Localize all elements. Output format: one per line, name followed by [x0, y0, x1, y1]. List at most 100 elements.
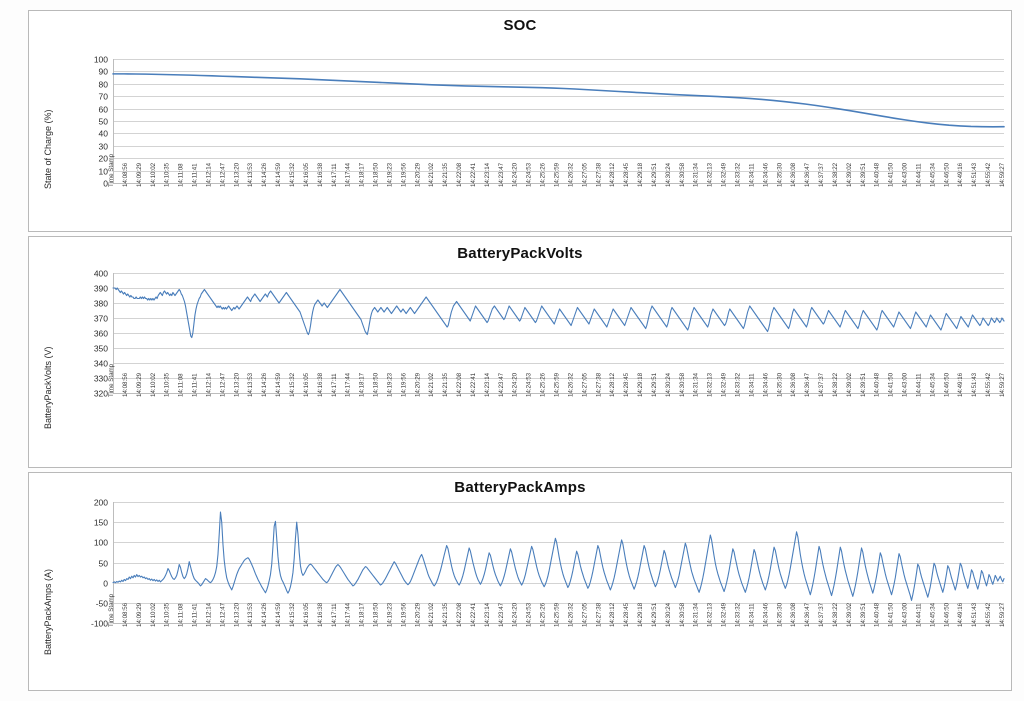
x-axis-tick-label: 14:21:35 — [442, 602, 449, 627]
x-axis-tick-label: 14:59:27 — [999, 372, 1006, 397]
x-axis-tick-label: 14:15:32 — [289, 372, 296, 397]
x-axis-tick-label: 14:14:26 — [261, 162, 268, 187]
x-axis-tick-label: 14:46:50 — [943, 372, 950, 397]
x-axis-tick-label: 14:32:49 — [721, 372, 728, 397]
x-axis-tick-label: 14:30:58 — [679, 162, 686, 187]
x-axis-tick-label: 14:21:02 — [428, 372, 435, 397]
x-axis-tick-label: 14:46:50 — [943, 162, 950, 187]
x-axis-tick-label: 14:39:51 — [860, 162, 867, 187]
x-axis-tick-label: 14:08:56 — [122, 162, 129, 187]
x-axis-tick-label: 14:26:32 — [567, 372, 574, 397]
x-axis-tick-label: 14:27:05 — [581, 372, 588, 397]
x-axis-tick-label: 14:45:34 — [929, 162, 936, 187]
x-axis-tick-label: 14:12:14 — [206, 162, 213, 187]
x-axis-tick-label: 14:32:13 — [707, 162, 714, 187]
x-axis-tick-label: 14:08:56 — [122, 372, 129, 397]
x-axis-tick-label: 14:11:08 — [178, 603, 185, 627]
x-axis-tick-label: 14:15:32 — [289, 602, 296, 627]
x-axis-tick-label: 14:37:37 — [818, 162, 825, 187]
x-axis-tick-label: 14:49:16 — [957, 602, 964, 627]
x-axis-tick-label: 14:36:47 — [804, 372, 811, 397]
x-axis-tick-label: 14:27:38 — [595, 372, 602, 397]
x-axis-tick-label: 14:26:32 — [567, 162, 574, 187]
x-axis-tick-label: 14:38:22 — [832, 372, 839, 397]
x-axis-tick-label: 14:23:47 — [498, 602, 505, 627]
x-axis-tick-label: 14:27:38 — [595, 162, 602, 187]
x-axis-tick-label: 14:16:38 — [317, 602, 324, 627]
x-axis-tick-label: 14:14:59 — [275, 162, 282, 187]
x-axis-tick-label: 14:35:30 — [776, 602, 783, 627]
x-axis-tick-label: 14:28:45 — [623, 602, 630, 627]
x-axis-tick-label: 14:17:44 — [345, 372, 352, 397]
x-axis-tick-label: 14:40:48 — [874, 372, 881, 397]
x-axis-tick-label: 14:40:48 — [874, 602, 881, 627]
x-axis-tick-label: 14:13:53 — [247, 162, 254, 187]
x-axis-tick-label: 14:26:32 — [567, 602, 574, 627]
chart-card-volts: BatteryPackVolts BatteryPackVolts (V) 32… — [28, 236, 1012, 468]
x-axis-tick-label: 14:12:47 — [219, 602, 226, 627]
x-axis-tick-label: 14:16:05 — [303, 602, 310, 627]
x-axis-tick-label: Time Stamp — [108, 363, 115, 397]
x-axis-tick-label: 14:41:50 — [888, 372, 895, 397]
x-axis-tick-label: 14:16:38 — [317, 372, 324, 397]
x-axis-tick-label: 14:30:24 — [665, 372, 672, 397]
x-axis-tick-label: 14:21:02 — [428, 162, 435, 187]
x-axis-tick-label: 14:22:08 — [456, 602, 463, 627]
x-axis-tick-label: 14:12:14 — [206, 372, 213, 397]
y-axis-tick-label: 100 — [94, 55, 108, 65]
x-axis-tick-label: 14:23:14 — [484, 602, 491, 627]
x-axis-tick-label: 14:13:20 — [233, 372, 240, 397]
y-axis-tick-label: 0 — [103, 579, 108, 589]
x-axis-tick-label: 14:36:47 — [804, 602, 811, 627]
x-axis-tick-label: 14:17:44 — [345, 162, 352, 187]
y-axis-tick-label: 10 — [99, 167, 109, 177]
y-axis-tick-label: 400 — [94, 269, 108, 279]
x-axis-tick-label: 14:35:30 — [776, 162, 783, 187]
chart-plot-volts: 320 330 340 350 360 370 380 390 400 Time Stamp 14:… — [94, 269, 1006, 399]
x-axis-tick-label: 14:18:50 — [373, 372, 380, 397]
x-axis-tick-label: 14:22:41 — [470, 602, 477, 627]
x-axis-tick-label: 14:12:47 — [219, 372, 226, 397]
x-axis-tick-label: 14:21:35 — [442, 372, 449, 397]
x-axis-tick-label: 14:09:29 — [136, 372, 143, 397]
x-axis-tick-label: 14:31:34 — [693, 162, 700, 187]
x-axis-tick-label: 14:16:05 — [303, 162, 310, 187]
x-axis-tick-label: 14:25:59 — [554, 162, 561, 187]
x-axis-tick-label: 14:11:41 — [192, 603, 199, 627]
x-axis-tick-label: 14:36:08 — [790, 162, 797, 187]
chart-card-amps: BatteryPackAmps BatteryPackAmps (A) -100… — [28, 472, 1012, 691]
x-axis-tick-label: 14:27:05 — [581, 602, 588, 627]
x-axis-tick-label: 14:30:58 — [679, 372, 686, 397]
x-axis-tick-label: 14:17:11 — [331, 163, 338, 187]
x-axis-tick-label: 14:49:16 — [957, 372, 964, 397]
x-axis-tick-label: 14:13:20 — [233, 162, 240, 187]
x-axis-tick-label: 14:18:50 — [373, 602, 380, 627]
y-axis-tick-label: 80 — [99, 80, 109, 90]
x-axis-tick-label: 14:12:14 — [206, 602, 213, 627]
x-axis-tick-label: 14:29:51 — [651, 602, 658, 627]
x-axis-tick-label: 14:39:51 — [860, 602, 867, 627]
x-axis-tick-label: 14:14:26 — [261, 602, 268, 627]
y-axis-tick-label: 100 — [94, 538, 108, 548]
y-axis-tick-label: 150 — [94, 518, 108, 528]
x-axis-tick-label: 14:39:02 — [846, 372, 853, 397]
y-axis-tick-label: 30 — [99, 142, 109, 152]
x-axis-tick-label: 14:41:50 — [888, 602, 895, 627]
x-axis-tick-label: 14:55:42 — [985, 602, 992, 627]
y-axis-tick-label: 380 — [94, 299, 108, 309]
x-axis-tick-label: 14:51:43 — [971, 162, 978, 187]
x-axis-tick-label: 14:33:32 — [735, 162, 742, 187]
x-axis-tick-label: 14:30:24 — [665, 162, 672, 187]
x-axis-tick-label: 14:21:35 — [442, 162, 449, 187]
x-axis-tick-label: 14:22:41 — [470, 372, 477, 397]
x-axis-tick-label: 14:17:11 — [331, 603, 338, 627]
x-axis-tick-label: 14:18:17 — [359, 162, 366, 187]
x-axis-tick-label: 14:17:11 — [331, 373, 338, 397]
x-axis-tick-label: 14:44:11 — [916, 603, 923, 627]
y-axis-tick-label: 70 — [99, 92, 109, 102]
x-axis-tick-label: 14:10:35 — [164, 162, 171, 187]
x-axis-tick-label: 14:30:24 — [665, 602, 672, 627]
y-axis-tick-label: 330 — [94, 374, 108, 384]
x-axis-tick-label: 14:44:11 — [916, 163, 923, 187]
x-axis-tick-label: 14:21:02 — [428, 602, 435, 627]
